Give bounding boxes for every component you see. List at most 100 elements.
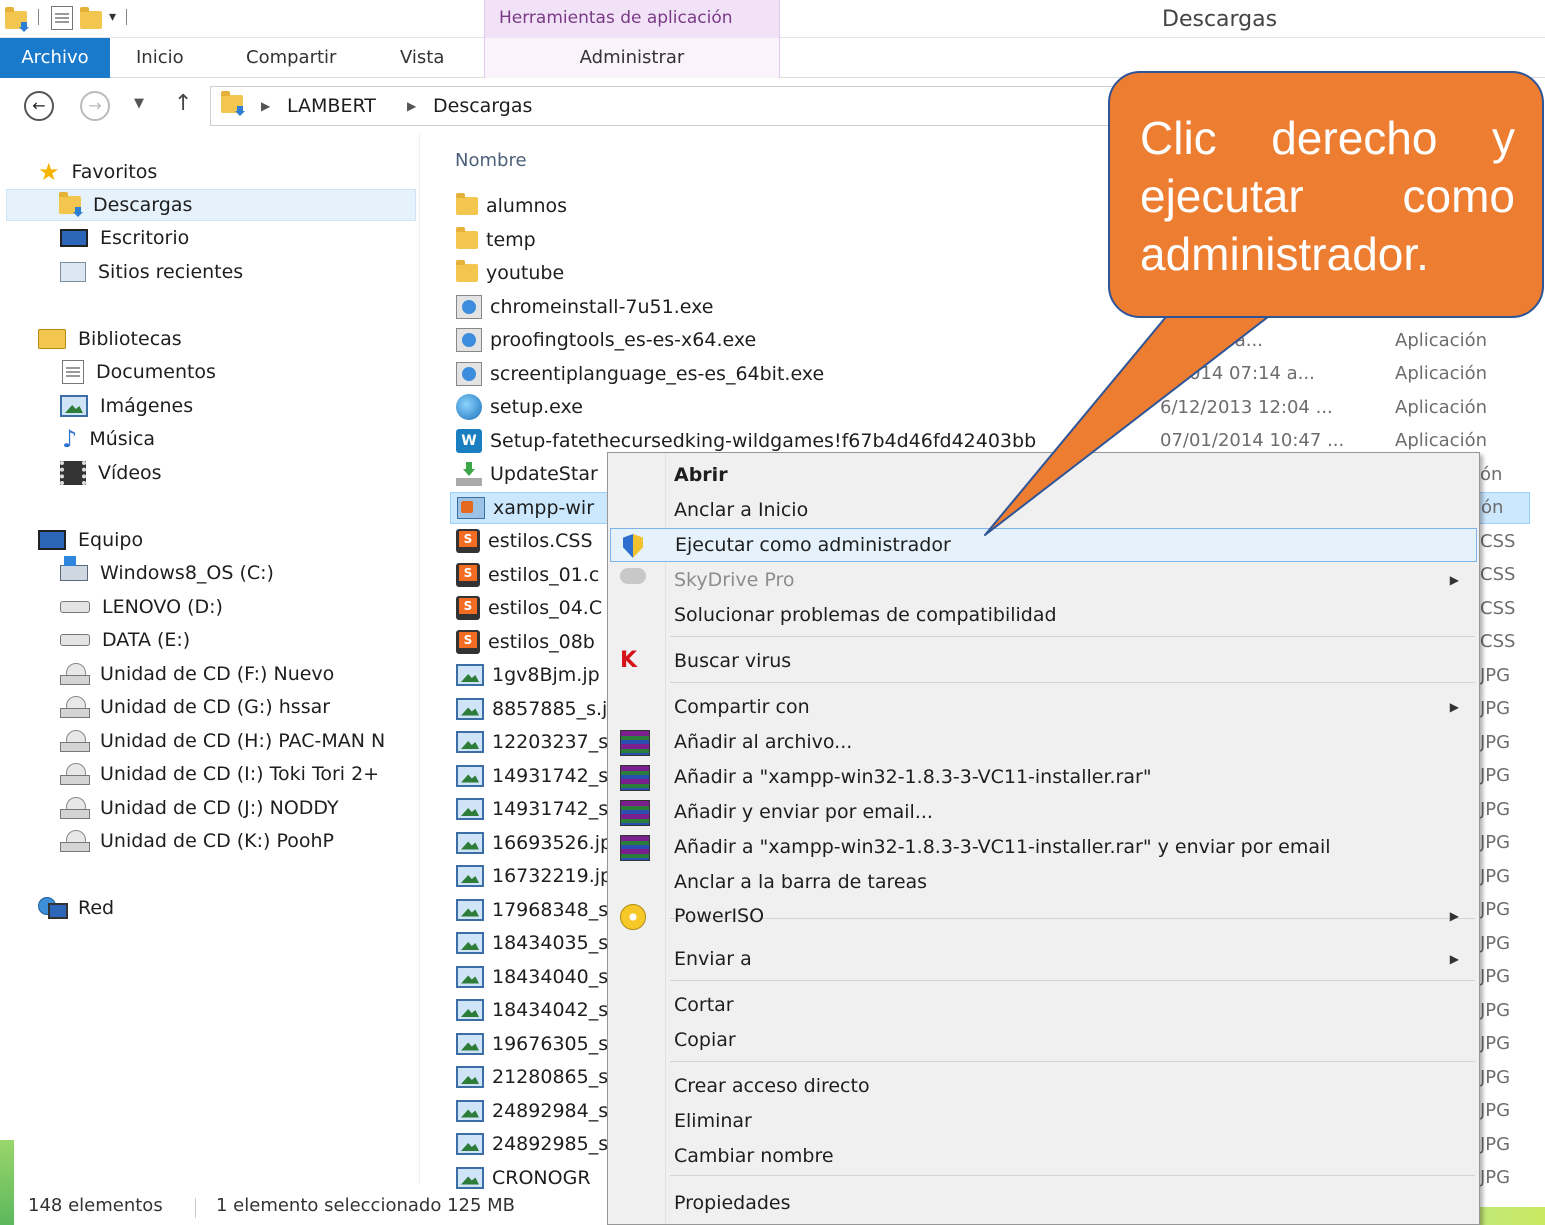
menu-separator	[670, 980, 1475, 981]
file-name: CRONOGR	[492, 1166, 591, 1189]
nav-drive-d[interactable]: LENOVO (D:)	[60, 591, 223, 623]
back-button[interactable]: ←	[24, 91, 54, 121]
menu-item-anadir-a-xampp-win32-1-8-3-3-vc11-instal[interactable]: Añadir a "xampp-win32-1.8.3-3-VC11-insta…	[610, 760, 1477, 794]
file-date: 07/01/2014 10:47 ...	[1160, 430, 1345, 451]
nav-musica[interactable]: ♪ Música	[62, 423, 155, 455]
breadcrumb-chevron-icon[interactable]: ▶	[261, 99, 270, 113]
tab-administrar[interactable]: Administrar	[484, 38, 780, 78]
file-type: Aplicación	[1395, 396, 1487, 418]
menu-item-ejecutar-como-administrador[interactable]: Ejecutar como administrador	[610, 528, 1477, 562]
nav-drive-g[interactable]: Unidad de CD (G:) hssar	[60, 691, 330, 723]
file-row[interactable]: screentiplanguage_es-es_64bit.exe 2/2014 …	[450, 358, 1530, 390]
file-type: JPG	[1480, 798, 1511, 820]
menu-item-buscar-virus[interactable]: K Buscar virus	[610, 644, 1477, 678]
nav-videos[interactable]: Vídeos	[60, 457, 162, 489]
nav-drive-e[interactable]: DATA (E:)	[60, 624, 190, 656]
menu-item-anadir-a-xampp-win32-1-8-3-3-vc11-instal[interactable]: Añadir a "xampp-win32-1.8.3-3-VC11-insta…	[610, 830, 1477, 864]
nav-drive-k[interactable]: Unidad de CD (K:) PoohP	[60, 825, 334, 857]
menu-item-anclar-a-inicio[interactable]: Anclar a Inicio	[610, 493, 1477, 527]
menu-item-solucionar-problemas-de-compatibilidad[interactable]: Solucionar problemas de compatibilidad	[610, 598, 1477, 632]
file-row[interactable]: setup.exe 6/12/2013 12:04 ... Aplicación	[450, 391, 1530, 423]
nav-drive-f[interactable]: Unidad de CD (F:) Nuevo	[60, 658, 334, 690]
nav-drive-h[interactable]: Unidad de CD (H:) PAC-MAN N	[60, 725, 418, 757]
menu-separator	[670, 1061, 1475, 1062]
nav-drive-i[interactable]: Unidad de CD (I:) Toki Tori 2+	[60, 758, 379, 790]
menu-item-label: Copiar	[674, 1029, 736, 1051]
submenu-arrow-icon: ▶	[1449, 909, 1459, 923]
menu-item-poweriso[interactable]: PowerISO ▶	[610, 899, 1477, 933]
file-date: 4 07:12 a...	[1160, 329, 1263, 351]
winrar-icon	[620, 835, 650, 861]
image-file-icon	[456, 865, 484, 887]
folder-icon	[456, 193, 478, 215]
menu-item-abrir[interactable]: Abrir	[610, 458, 1477, 492]
menu-separator	[670, 636, 1475, 637]
breadcrumb-chevron-icon[interactable]: ▶	[407, 99, 416, 113]
image-file-icon	[456, 1166, 484, 1189]
file-type: JPG	[1480, 865, 1511, 887]
nav-drive-j[interactable]: Unidad de CD (J:) NODDY	[60, 792, 339, 824]
menu-item-propiedades[interactable]: Propiedades	[610, 1186, 1477, 1220]
nav-descargas[interactable]: Descargas	[6, 189, 416, 221]
column-header-name[interactable]: Nombre	[455, 150, 527, 171]
contextual-tab-group-header: Herramientas de aplicación	[484, 0, 780, 38]
winrar-icon	[620, 730, 650, 756]
menu-item-anadir-y-enviar-por-email[interactable]: Añadir y enviar por email...	[610, 795, 1477, 829]
folder-icon	[456, 260, 478, 282]
menu-item-compartir-con[interactable]: Compartir con ▶	[610, 690, 1477, 724]
file-name: Setup-fatethecursedking-wildgames!f67b4d…	[490, 429, 1037, 452]
file-type: Aplicación	[1395, 430, 1487, 451]
music-icon: ♪	[62, 425, 78, 453]
menu-item-eliminar[interactable]: Eliminar	[610, 1104, 1477, 1138]
file-type: Aplicación	[1395, 329, 1487, 351]
menu-item-enviar-a[interactable]: Enviar a ▶	[610, 942, 1477, 976]
menu-item-anclar-a-la-barra-de-tareas[interactable]: Anclar a la barra de tareas	[610, 865, 1477, 899]
new-folder-icon[interactable]	[79, 6, 103, 29]
new-document-icon[interactable]	[49, 6, 73, 30]
menu-item-cambiar-nombre[interactable]: Cambiar nombre	[610, 1139, 1477, 1173]
file-name: xampp-wir	[493, 496, 595, 519]
nav-documentos[interactable]: Documentos	[62, 356, 216, 388]
breadcrumb-lambert[interactable]: LAMBERT	[287, 95, 376, 117]
nav-label: Bibliotecas	[78, 328, 182, 350]
tab-archivo[interactable]: Archivo	[0, 38, 110, 78]
file-type: Aplicación	[1395, 363, 1487, 384]
file-name: 16693526.jp	[492, 831, 613, 854]
nav-label: Red	[78, 897, 115, 919]
menu-item-anadir-al-archivo[interactable]: Añadir al archivo...	[610, 725, 1477, 759]
file-type: JPG	[1480, 731, 1511, 753]
image-file-icon	[456, 1032, 484, 1055]
slide-decoration-left	[0, 1140, 14, 1225]
nav-bibliotecas[interactable]: Bibliotecas	[38, 323, 182, 355]
tab-compartir[interactable]: Compartir	[246, 38, 336, 78]
download-icon	[456, 462, 482, 486]
customize-toolbar-dropdown-icon[interactable]: ▾	[109, 9, 116, 25]
menu-item-copiar[interactable]: Copiar	[610, 1023, 1477, 1057]
folder-properties-icon[interactable]	[4, 6, 28, 29]
recent-locations-dropdown-icon[interactable]: ▼	[134, 96, 144, 111]
menu-item-label: Compartir con	[674, 696, 810, 718]
file-name: 12203237_s	[492, 731, 609, 753]
toolbar-separator	[126, 9, 128, 25]
nav-sitios-recientes[interactable]: Sitios recientes	[60, 256, 243, 288]
tab-inicio[interactable]: Inicio	[136, 38, 184, 78]
nav-drive-c[interactable]: Windows8_OS (C:)	[60, 556, 274, 589]
file-row[interactable]: proofingtools_es-es-x64.exe 4 07:12 a... A…	[450, 324, 1530, 356]
nav-escritorio[interactable]: Escritorio	[60, 222, 189, 254]
up-level-button[interactable]: ↑	[174, 91, 192, 116]
nav-favoritos[interactable]: ★ Favoritos	[38, 156, 157, 188]
tab-vista[interactable]: Vista	[400, 38, 444, 78]
forward-button[interactable]: →	[80, 91, 110, 121]
wildgames-icon: W	[456, 428, 482, 453]
nav-red[interactable]: Red	[38, 892, 114, 924]
menu-item-label: Crear acceso directo	[674, 1075, 870, 1097]
breadcrumb-descargas[interactable]: Descargas	[433, 95, 532, 117]
nav-equipo[interactable]: Equipo	[38, 524, 143, 556]
file-type: CSS	[1480, 631, 1516, 652]
menu-item-cortar[interactable]: Cortar	[610, 988, 1477, 1022]
image-file-icon	[456, 999, 484, 1021]
menu-item-crear-acceso-directo[interactable]: Crear acceso directo	[610, 1069, 1477, 1103]
file-name: youtube	[486, 262, 565, 284]
nav-imagenes[interactable]: Imágenes	[60, 390, 193, 422]
menu-item-label: SkyDrive Pro	[674, 569, 795, 591]
